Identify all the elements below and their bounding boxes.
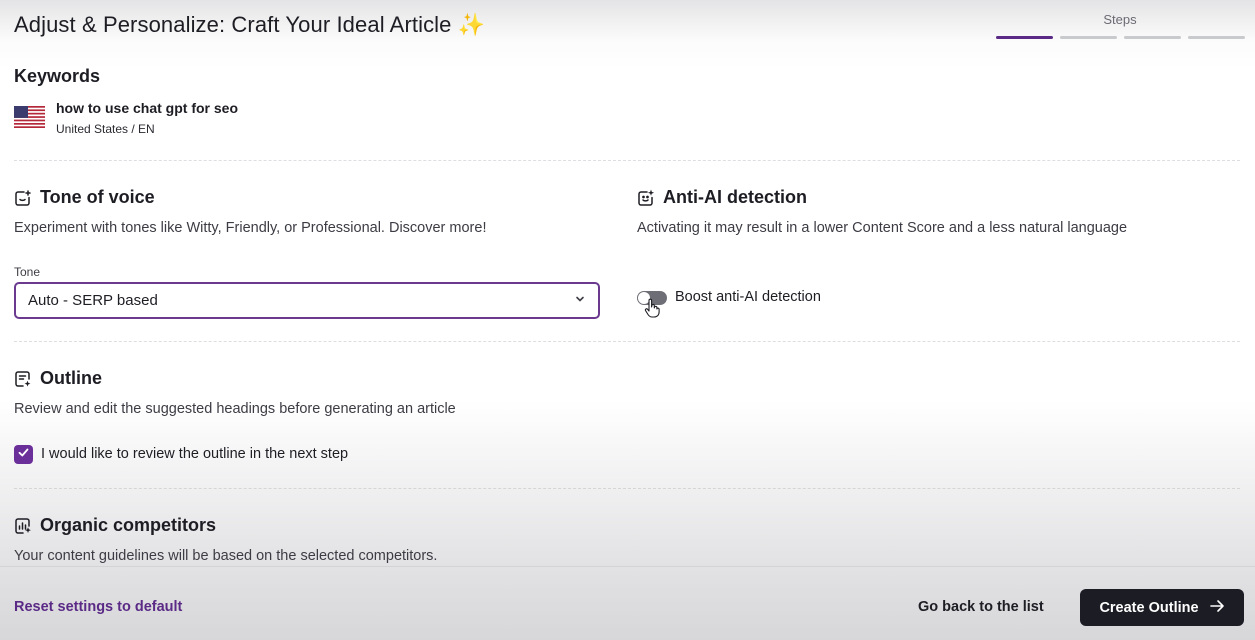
anti-ai-icon <box>637 189 655 207</box>
tone-field-label: Tone <box>14 265 41 279</box>
anti-ai-toggle-label: Boost anti-AI detection <box>675 289 821 305</box>
competitors-chart-icon <box>14 517 32 535</box>
go-back-link[interactable]: Go back to the list <box>918 599 1044 615</box>
checkmark-icon <box>17 446 30 464</box>
anti-ai-title: Anti-AI detection <box>663 187 807 207</box>
tone-selected-value: Auto - SERP based <box>28 292 158 309</box>
arrow-right-icon <box>1209 599 1225 617</box>
step-3-indicator <box>1124 36 1181 39</box>
anti-ai-header: Anti-AI detection <box>637 187 807 208</box>
page-title: Adjust & Personalize: Craft Your Ideal A… <box>14 12 485 38</box>
divider <box>14 488 1240 489</box>
us-flag-icon <box>14 106 45 128</box>
competitors-description: Your content guidelines will be based on… <box>14 548 438 564</box>
tone-header: Tone of voice <box>14 187 155 208</box>
review-outline-checkbox[interactable] <box>14 445 33 464</box>
chevron-down-icon <box>574 292 586 309</box>
competitors-header: Organic competitors <box>14 515 216 536</box>
footer-divider <box>0 566 1255 567</box>
keyword-location: United States / EN <box>56 122 155 136</box>
steps-progress <box>996 36 1245 39</box>
keyword-text: how to use chat gpt for seo <box>56 100 239 116</box>
review-outline-label: I would like to review the outline in th… <box>41 446 349 462</box>
create-outline-label: Create Outline <box>1099 599 1199 616</box>
divider <box>14 341 1240 342</box>
outline-description: Review and edit the suggested headings b… <box>14 401 456 417</box>
page-title-text: Adjust & Personalize: Craft Your Ideal A… <box>14 12 452 37</box>
outline-header: Outline <box>14 368 102 389</box>
tone-select[interactable]: Auto - SERP based <box>14 282 600 319</box>
step-1-indicator <box>996 36 1053 39</box>
step-2-indicator <box>1060 36 1117 39</box>
steps-label: Steps <box>1103 12 1137 27</box>
outline-title: Outline <box>40 368 102 388</box>
tone-title: Tone of voice <box>40 187 155 207</box>
reset-settings-link[interactable]: Reset settings to default <box>14 599 182 615</box>
tone-smile-icon <box>14 189 32 207</box>
step-4-indicator <box>1188 36 1245 39</box>
tone-description: Experiment with tones like Witty, Friend… <box>14 220 487 236</box>
sparkles-icon: ✨ <box>457 12 485 37</box>
outline-doc-icon <box>14 370 32 388</box>
create-outline-button[interactable]: Create Outline <box>1080 589 1244 626</box>
anti-ai-description: Activating it may result in a lower Cont… <box>637 220 1128 236</box>
keywords-title: Keywords <box>14 66 101 86</box>
hand-cursor-icon <box>644 298 660 318</box>
divider <box>14 160 1240 161</box>
competitors-title: Organic competitors <box>40 515 217 535</box>
